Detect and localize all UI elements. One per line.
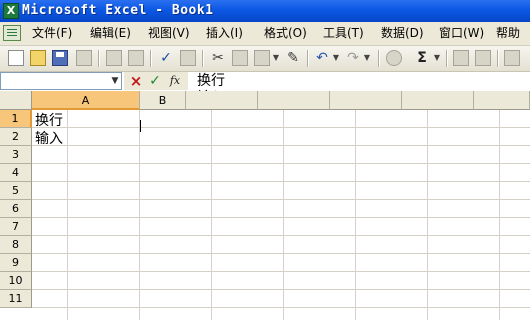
worksheet-grid: A B 1 2 3 4 5 6 7 8 9 10 11	[0, 91, 530, 320]
menu-view[interactable]: 视图(V)	[148, 25, 190, 42]
row-header[interactable]: 7	[0, 218, 32, 236]
row-header[interactable]: 6	[0, 200, 32, 218]
paste-dropdown-icon[interactable]: ▼	[272, 50, 280, 66]
name-box[interactable]	[0, 72, 122, 90]
print-preview-icon[interactable]	[128, 50, 144, 66]
menu-tools[interactable]: 工具(T)	[323, 25, 364, 42]
row-header[interactable]: 3	[0, 146, 32, 164]
cell-a1-line1[interactable]: 换行	[35, 113, 63, 130]
menu-help[interactable]: 帮助	[496, 25, 520, 42]
column-header[interactable]	[330, 91, 402, 110]
autosum-dropdown-icon[interactable]: ▼	[433, 50, 441, 66]
toolbar-separator	[378, 50, 380, 67]
permission-icon[interactable]	[76, 50, 92, 66]
undo-dropdown-icon[interactable]: ▼	[332, 50, 340, 66]
paste-icon[interactable]	[254, 50, 270, 66]
toolbar-separator	[497, 50, 499, 67]
row-header[interactable]: 5	[0, 182, 32, 200]
enter-icon[interactable]: ✓	[148, 72, 162, 90]
excel-app-icon[interactable]: X	[3, 3, 19, 19]
row-header[interactable]: 11	[0, 290, 32, 308]
cut-icon[interactable]: ✂	[210, 50, 226, 66]
menu-format[interactable]: 格式(O)	[264, 25, 307, 42]
row-header[interactable]: 1	[0, 110, 32, 128]
toolbar-separator	[307, 50, 309, 67]
sort-ascending-icon[interactable]	[453, 50, 469, 66]
toolbar-separator	[202, 50, 204, 67]
text-cursor	[140, 120, 141, 132]
title-bar: X Microsoft Excel - Book1	[0, 0, 530, 22]
standard-toolbar: ✓ ✂ ▼ ✎ ↶ ▼ ↷ ▼ Σ ▼	[0, 46, 530, 72]
menu-edit[interactable]: 编辑(E)	[90, 25, 131, 42]
column-header[interactable]	[402, 91, 474, 110]
name-box-dropdown-icon[interactable]: ▼	[108, 72, 122, 90]
insert-function-icon[interactable]: fx	[167, 72, 183, 90]
select-all-corner[interactable]	[0, 91, 32, 110]
menu-bar: 文件(F) 编辑(E) 视图(V) 插入(I) 格式(O) 工具(T) 数据(D…	[0, 22, 530, 46]
open-icon[interactable]	[30, 50, 46, 66]
menu-window[interactable]: 窗口(W)	[439, 25, 484, 42]
menu-data[interactable]: 数据(D)	[381, 25, 424, 42]
cancel-icon[interactable]: ×	[129, 72, 143, 90]
row-header[interactable]: 9	[0, 254, 32, 272]
window-title: Microsoft Excel - Book1	[22, 3, 214, 18]
column-header[interactable]	[474, 91, 530, 110]
format-painter-icon[interactable]: ✎	[285, 50, 301, 66]
toolbar-separator	[150, 50, 152, 67]
row-header[interactable]: 8	[0, 236, 32, 254]
chart-wizard-icon[interactable]	[504, 50, 520, 66]
spelling-icon[interactable]: ✓	[158, 50, 174, 66]
undo-icon[interactable]: ↶	[314, 50, 330, 66]
autosum-icon[interactable]: Σ	[414, 50, 430, 66]
cell-area[interactable]	[32, 110, 530, 320]
redo-icon[interactable]: ↷	[345, 50, 361, 66]
workbook-icon[interactable]	[3, 25, 21, 41]
save-icon[interactable]	[52, 50, 68, 66]
menu-file[interactable]: 文件(F)	[32, 25, 72, 42]
redo-dropdown-icon[interactable]: ▼	[363, 50, 371, 66]
hyperlink-icon[interactable]	[386, 50, 402, 66]
copy-icon[interactable]	[232, 50, 248, 66]
column-header[interactable]	[258, 91, 330, 110]
row-header[interactable]: 4	[0, 164, 32, 182]
cell-a1-line2[interactable]: 输入	[35, 131, 63, 148]
new-icon[interactable]	[8, 50, 24, 66]
column-header[interactable]	[186, 91, 258, 110]
sort-descending-icon[interactable]	[475, 50, 491, 66]
row-header[interactable]: 10	[0, 272, 32, 290]
column-header-a[interactable]: A	[32, 91, 140, 110]
toolbar-separator	[98, 50, 100, 67]
menu-insert[interactable]: 插入(I)	[206, 25, 243, 42]
formula-line: 换行	[197, 73, 225, 89]
toolbar-separator	[446, 50, 448, 67]
print-icon[interactable]	[106, 50, 122, 66]
research-icon[interactable]	[180, 50, 196, 66]
column-header-b[interactable]: B	[140, 91, 186, 110]
row-header[interactable]: 2	[0, 128, 32, 146]
